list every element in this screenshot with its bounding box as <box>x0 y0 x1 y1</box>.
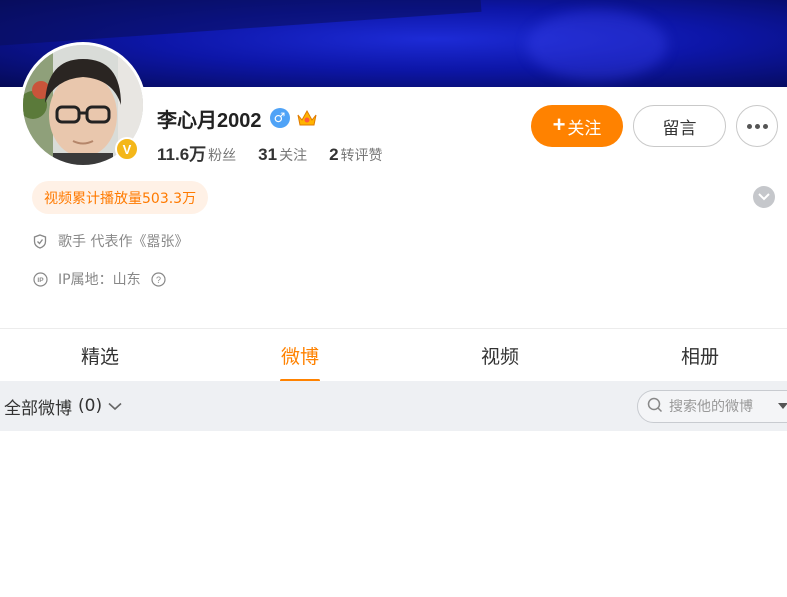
tab-weibo[interactable]: 微博 <box>240 329 360 382</box>
stat-value: 2 <box>329 145 339 164</box>
stat-following[interactable]: 31 关注 <box>258 145 307 165</box>
feed-filter-dropdown[interactable]: 全部微博 (0) <box>4 381 122 431</box>
help-icon[interactable]: ? <box>151 271 167 287</box>
follow-label: 关注 <box>567 118 602 138</box>
svg-text:?: ? <box>156 275 161 285</box>
follow-button[interactable]: + 关注 <box>531 105 623 147</box>
user-name: 李心月2002 <box>157 109 262 132</box>
name-row: 李心月2002 ♂ <box>157 104 318 132</box>
plus-icon: + <box>552 112 566 137</box>
more-dot-icon <box>762 123 768 129</box>
shield-icon <box>32 233 48 249</box>
message-button[interactable]: 留言 <box>633 105 726 147</box>
male-icon: ♂ <box>269 108 290 128</box>
more-dot-icon <box>746 123 752 129</box>
stats: 11.6万 粉丝 31 关注 2 转评赞 <box>157 140 383 165</box>
feed-filter-bar: 全部微博 (0) <box>0 381 787 431</box>
info-ip-location: IP IP属地：山东 ? <box>32 269 167 289</box>
video-plays-tag: 视频累计播放量503.3万 <box>32 181 209 214</box>
cover-shadow <box>0 0 482 49</box>
expand-chevron-icon[interactable] <box>753 186 775 208</box>
stat-label: 转评赞 <box>340 148 383 164</box>
stat-label: 粉丝 <box>208 148 237 164</box>
stat-value: 31 <box>258 145 278 164</box>
svg-text:IP: IP <box>37 277 44 284</box>
chevron-down-icon <box>108 396 122 416</box>
verified-badge-icon: V <box>115 137 139 161</box>
weibo-search[interactable] <box>637 390 787 423</box>
tab-videos[interactable]: 视频 <box>440 329 560 382</box>
ip-icon: IP <box>32 271 48 287</box>
stat-reposts-comments-likes[interactable]: 2 转评赞 <box>329 145 382 165</box>
search-icon <box>647 397 663 417</box>
stat-label: 关注 <box>279 148 308 164</box>
tab-albums[interactable]: 相册 <box>640 329 760 382</box>
more-dot-icon <box>754 123 760 129</box>
info-text: IP属地：山东 <box>58 272 141 288</box>
caret-down-icon[interactable] <box>778 403 787 409</box>
info-occupation: 歌手 代表作《嚣张》 <box>32 231 188 251</box>
tab-featured[interactable]: 精选 <box>40 329 160 382</box>
message-label: 留言 <box>662 118 697 138</box>
more-button[interactable] <box>736 105 778 147</box>
filter-label: 全部微博 <box>4 398 72 419</box>
profile-tabs: 精选 微博 视频 相册 <box>0 328 787 382</box>
stat-fans[interactable]: 11.6万 粉丝 <box>157 140 236 165</box>
search-input[interactable] <box>669 398 779 415</box>
cover-glow <box>527 10 667 80</box>
filter-count: (0) <box>78 396 103 416</box>
stat-value: 11.6万 <box>157 145 207 164</box>
info-text: 歌手 代表作《嚣张》 <box>58 234 189 250</box>
crown-icon[interactable] <box>296 108 318 128</box>
